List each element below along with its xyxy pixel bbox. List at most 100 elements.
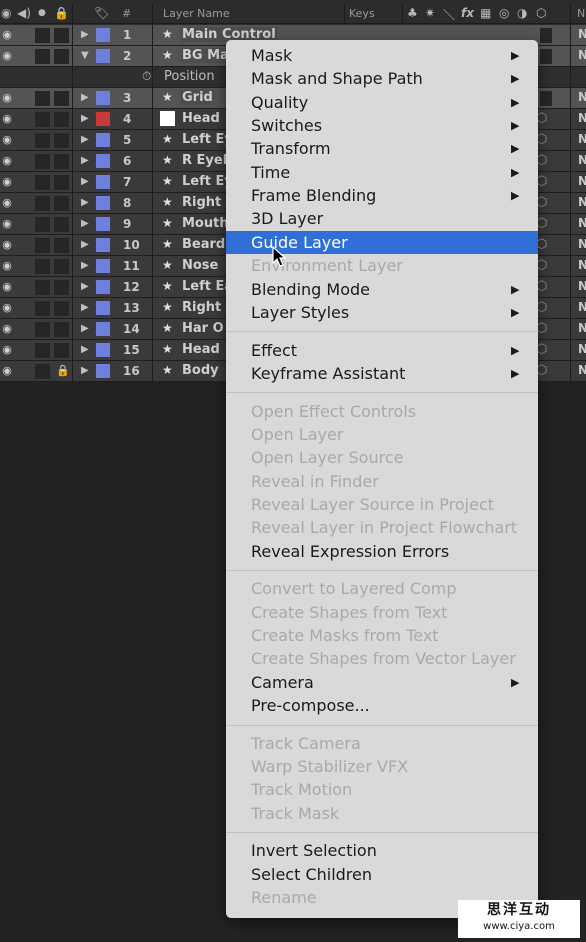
- lock-toggle[interactable]: [54, 322, 69, 337]
- quality-icon[interactable]: ＼: [443, 6, 455, 23]
- label-color-chip[interactable]: [96, 112, 110, 126]
- label-color-chip[interactable]: [96, 49, 110, 63]
- layer-name[interactable]: Beard: [182, 237, 225, 252]
- mode-cell[interactable]: N: [578, 216, 586, 230]
- twirl-closed-icon[interactable]: ▶: [81, 302, 89, 313]
- solo-toggle[interactable]: [35, 133, 50, 148]
- twirl-closed-icon[interactable]: ▶: [81, 134, 89, 145]
- mode-cell[interactable]: N: [578, 111, 586, 125]
- twirl-closed-icon[interactable]: ▶: [81, 260, 89, 271]
- menu-item-quality[interactable]: Quality ▶: [226, 91, 538, 114]
- layer-name[interactable]: Right: [182, 195, 221, 210]
- label-color-chip[interactable]: [96, 28, 110, 42]
- visibility-eye-icon[interactable]: ◉: [0, 238, 14, 251]
- solo-toggle[interactable]: [35, 91, 50, 106]
- menu-item-effect[interactable]: Effect ▶: [226, 339, 538, 362]
- mode-cell[interactable]: N: [578, 321, 586, 335]
- lock-toggle[interactable]: [54, 154, 69, 169]
- label-color-chip[interactable]: [96, 259, 110, 273]
- menu-item-switches[interactable]: Switches ▶: [226, 114, 538, 137]
- menu-item-3d-layer[interactable]: 3D Layer: [226, 207, 538, 230]
- menu-item-time[interactable]: Time ▶: [226, 161, 538, 184]
- layer-name[interactable]: Head: [182, 342, 220, 357]
- mode-cell[interactable]: N: [578, 363, 586, 377]
- motion-blur-icon[interactable]: ◎: [499, 6, 509, 20]
- menu-item-camera[interactable]: Camera ▶: [226, 671, 538, 694]
- header-mode[interactable]: N: [577, 7, 585, 20]
- lock-toggle[interactable]: [54, 91, 69, 106]
- switch-box[interactable]: [540, 91, 552, 106]
- twirl-closed-icon[interactable]: ▶: [81, 218, 89, 229]
- solo-toggle[interactable]: [35, 343, 50, 358]
- solo-icon[interactable]: ●: [38, 8, 46, 18]
- solo-toggle[interactable]: [35, 49, 50, 64]
- lock-icon[interactable]: 🔒: [54, 6, 69, 20]
- lock-icon[interactable]: 🔒: [56, 364, 70, 377]
- visibility-eye-icon[interactable]: ◉: [0, 49, 14, 62]
- twirl-open-icon[interactable]: ▼: [81, 50, 89, 61]
- solo-toggle[interactable]: [35, 301, 50, 316]
- solo-toggle[interactable]: [35, 28, 50, 43]
- visibility-eye-icon[interactable]: ◉: [0, 196, 14, 209]
- lock-toggle[interactable]: [54, 175, 69, 190]
- label-color-chip[interactable]: [96, 238, 110, 252]
- mode-cell[interactable]: N: [578, 342, 586, 356]
- twirl-closed-icon[interactable]: ▶: [81, 239, 89, 250]
- twirl-closed-icon[interactable]: ▶: [81, 155, 89, 166]
- adjustment-layer-icon[interactable]: ◑: [517, 6, 527, 20]
- mode-cell[interactable]: N: [578, 48, 586, 62]
- menu-item-invert-selection[interactable]: Invert Selection: [226, 839, 538, 862]
- label-color-chip[interactable]: [96, 322, 110, 336]
- twirl-closed-icon[interactable]: ▶: [81, 113, 89, 124]
- layer-name[interactable]: BG Ma: [180, 48, 231, 63]
- visibility-eye-icon[interactable]: ◉: [0, 364, 14, 377]
- layer-name[interactable]: Right: [182, 300, 221, 315]
- solo-toggle[interactable]: [35, 217, 50, 232]
- mode-cell[interactable]: N: [578, 132, 586, 146]
- mode-cell[interactable]: N: [578, 153, 586, 167]
- eye-icon[interactable]: ◉: [1, 6, 11, 20]
- lock-toggle[interactable]: [54, 133, 69, 148]
- visibility-eye-icon[interactable]: ◉: [0, 133, 14, 146]
- menu-item-mask[interactable]: Mask ▶: [226, 44, 538, 67]
- twirl-closed-icon[interactable]: ▶: [81, 197, 89, 208]
- visibility-eye-icon[interactable]: ◉: [0, 217, 14, 230]
- label-color-chip[interactable]: [96, 343, 110, 357]
- label-color-chip[interactable]: [96, 280, 110, 294]
- label-color-chip[interactable]: [96, 364, 110, 378]
- audio-icon[interactable]: ◀): [17, 6, 31, 20]
- solo-toggle[interactable]: [35, 238, 50, 253]
- menu-item-select-children[interactable]: Select Children: [226, 863, 538, 886]
- lock-toggle[interactable]: [54, 301, 69, 316]
- menu-item-mask-and-shape-path[interactable]: Mask and Shape Path ▶: [226, 67, 538, 90]
- layer-name[interactable]: Nose: [182, 258, 218, 273]
- twirl-closed-icon[interactable]: ▶: [81, 176, 89, 187]
- mode-cell[interactable]: N: [578, 195, 586, 209]
- solo-toggle[interactable]: [35, 154, 50, 169]
- lock-toggle[interactable]: [54, 49, 69, 64]
- label-color-chip[interactable]: [96, 175, 110, 189]
- layer-name[interactable]: R Eyeb: [182, 153, 232, 168]
- lock-toggle[interactable]: [54, 259, 69, 274]
- label-color-chip[interactable]: [96, 301, 110, 315]
- visibility-eye-icon[interactable]: ◉: [0, 91, 14, 104]
- mode-cell[interactable]: N: [578, 258, 586, 272]
- lock-toggle[interactable]: [54, 112, 69, 127]
- layer-name[interactable]: Har O: [182, 321, 224, 336]
- menu-item-layer-styles[interactable]: Layer Styles ▶: [226, 301, 538, 324]
- fx-icon[interactable]: fx: [461, 6, 474, 20]
- header-layer-name[interactable]: Layer Name: [163, 7, 230, 20]
- header-keys[interactable]: Keys: [349, 7, 375, 20]
- visibility-eye-icon[interactable]: ◉: [0, 175, 14, 188]
- visibility-eye-icon[interactable]: ◉: [0, 322, 14, 335]
- visibility-eye-icon[interactable]: ◉: [0, 154, 14, 167]
- visibility-eye-icon[interactable]: ◉: [0, 343, 14, 356]
- lock-toggle[interactable]: [54, 196, 69, 211]
- twirl-closed-icon[interactable]: ▶: [81, 365, 89, 376]
- label-color-chip[interactable]: [96, 154, 110, 168]
- label-tag-icon[interactable]: 🏷: [94, 6, 109, 20]
- label-color-chip[interactable]: [96, 217, 110, 231]
- 3d-layer-icon[interactable]: ⬡: [536, 6, 546, 20]
- solo-toggle[interactable]: [35, 259, 50, 274]
- lock-toggle[interactable]: [54, 280, 69, 295]
